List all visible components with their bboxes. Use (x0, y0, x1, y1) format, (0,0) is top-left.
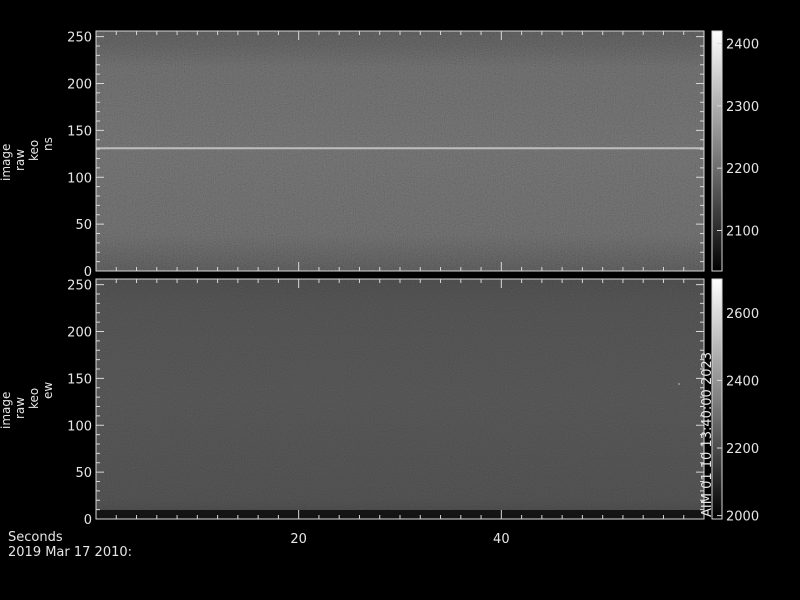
y-label-word: raw (13, 397, 27, 419)
date-label: 2019 Mar 17 2010: (8, 545, 133, 560)
panel-ns: 050100150200250 image raw keo ns 2100220023… (0, 30, 759, 280)
y-label-word: keo (27, 140, 41, 161)
x-axis-label: Seconds (8, 530, 63, 545)
x-tick-label: 40 (493, 532, 510, 547)
y-label-word: ns (41, 137, 55, 151)
y-label-word: image (0, 392, 13, 429)
colorbar-tick-label: 2600 (726, 307, 759, 322)
panel-ew-y-label: image raw keo ew (0, 382, 55, 429)
colorbar-tick-label: 2400 (726, 37, 759, 52)
x-tick-labels: 20 40 (290, 532, 509, 547)
y-tick-label: 200 (67, 326, 92, 341)
colorbar-ew-ticks: 2000 2200 2400 2600 (717, 307, 759, 525)
x-tick-label: 20 (290, 532, 307, 547)
y-tick-label: 50 (75, 218, 92, 233)
colorbar-ns-ticks: 2100 2200 2300 2400 (717, 37, 759, 239)
panel-ns-noise (96, 31, 704, 271)
colorbar-tick-label: 2300 (726, 100, 759, 115)
y-tick-label: 100 (67, 419, 92, 434)
y-tick-label: 100 (67, 171, 92, 186)
colorbar-tick-label: 2200 (726, 162, 759, 177)
panel-ew-noise (96, 279, 704, 519)
colorbar-tick-label: 2000 (726, 510, 759, 525)
y-tick-label: 150 (67, 372, 92, 387)
y-tick-label: 50 (75, 466, 92, 481)
bright-pixel (678, 383, 680, 385)
y-tick-label: 150 (67, 124, 92, 139)
keogram-figure: 050100150200250 image raw keo ns 2100220023… (0, 30, 759, 547)
colorbar-tick-label: 2200 (726, 442, 759, 457)
y-label-word: image (0, 144, 13, 181)
colorbar-tick-label: 2100 (726, 224, 759, 239)
y-tick-label: 250 (67, 31, 92, 46)
y-tick-label: 200 (67, 78, 92, 93)
y-tick-label: 0 (84, 513, 92, 528)
side-note: AIM 01 10 13:40:00 2023 (700, 352, 715, 517)
colorbar-tick-label: 2400 (726, 374, 759, 389)
colorbar-ns (711, 30, 723, 272)
y-label-word: keo (27, 388, 41, 409)
y-label-word: raw (13, 149, 27, 171)
panel-ew: 0 50 100 150 200 250 image raw keo ew 2000 2200 24… (0, 278, 759, 528)
panel-ns-y-label: image raw keo ns (0, 137, 55, 181)
y-tick-label: 250 (67, 279, 92, 294)
y-label-word: ew (41, 382, 55, 399)
